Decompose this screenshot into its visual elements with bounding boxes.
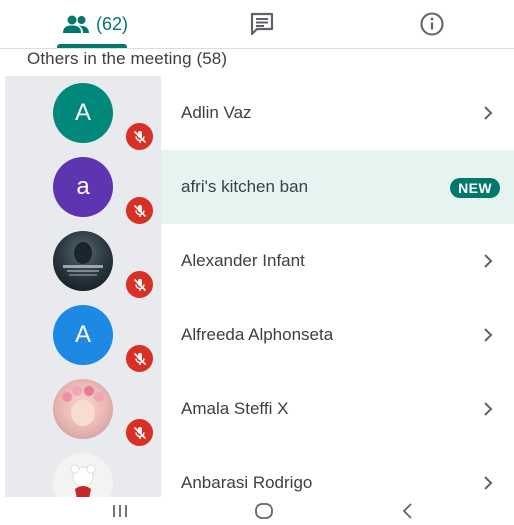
participant-name: Alexander Infant (181, 251, 305, 270)
avatar: A (53, 83, 113, 143)
recent-apps-button[interactable] (105, 497, 135, 525)
tab-chat[interactable] (232, 0, 292, 48)
new-badge: NEW (450, 178, 500, 198)
system-nav-bar (0, 497, 514, 525)
avatar: a (53, 157, 113, 217)
participant-list: A Adlin Vaz a afri's kitchen ban NEW Ale… (5, 76, 514, 520)
mic-off-icon (124, 343, 155, 374)
avatar (53, 231, 113, 291)
participant-name: Amala Steffi X (181, 399, 289, 418)
avatar-image (62, 386, 104, 426)
section-title: Others in the meeting (58) (27, 49, 228, 68)
active-tab-indicator (57, 44, 127, 48)
mic-off-icon (124, 417, 155, 448)
participant-row[interactable]: Amala Steffi X (5, 372, 514, 448)
participant-name-area: Alexander Infant (161, 224, 514, 298)
participant-name: Adlin Vaz (181, 103, 252, 122)
mic-off-icon (124, 269, 155, 300)
participant-name: Anbarasi Rodrigo (181, 473, 313, 492)
avatar-column (5, 372, 161, 448)
chat-icon (250, 12, 274, 36)
mic-off-icon (124, 121, 155, 152)
info-icon (420, 12, 444, 36)
people-icon (62, 15, 89, 33)
back-button[interactable] (393, 497, 423, 525)
avatar-letter: A (74, 321, 91, 348)
avatar (53, 379, 113, 439)
tab-people[interactable]: (62) (40, 0, 150, 48)
participant-name-area: Alfreeda Alphonseta (161, 298, 514, 372)
tab-bar: (62) (0, 0, 514, 49)
avatar-column: A (5, 76, 161, 152)
avatar-image (63, 242, 103, 276)
chevron-right-icon (484, 254, 493, 268)
home-button[interactable] (249, 497, 279, 525)
people-count: (62) (95, 13, 128, 34)
participant-name-area: Amala Steffi X (161, 372, 514, 446)
participant-name: afri's kitchen ban (181, 177, 309, 196)
participant-row[interactable]: a afri's kitchen ban NEW (5, 150, 514, 226)
participant-name-area: afri's kitchen ban NEW (161, 150, 514, 224)
participant-row[interactable]: Alexander Infant (5, 224, 514, 300)
avatar-letter: A (74, 99, 91, 126)
tab-info[interactable] (400, 0, 464, 48)
back-icon (402, 503, 412, 519)
participant-name: Alfreeda Alphonseta (181, 325, 334, 344)
participant-name-area: Adlin Vaz (161, 76, 514, 150)
chevron-right-icon (484, 106, 493, 120)
chevron-right-icon (484, 328, 493, 342)
avatar-column (5, 224, 161, 300)
chevron-right-icon (484, 402, 493, 416)
avatar-column: A (5, 298, 161, 374)
recent-apps-icon (113, 505, 127, 517)
avatar: A (53, 305, 113, 365)
participant-row[interactable]: A Alfreeda Alphonseta (5, 298, 514, 374)
avatar-letter: a (76, 173, 90, 200)
participant-row[interactable]: A Adlin Vaz (5, 76, 514, 152)
home-icon (255, 503, 273, 519)
chevron-right-icon (484, 476, 493, 490)
avatar-column: a (5, 150, 161, 226)
mic-off-icon (124, 195, 155, 226)
